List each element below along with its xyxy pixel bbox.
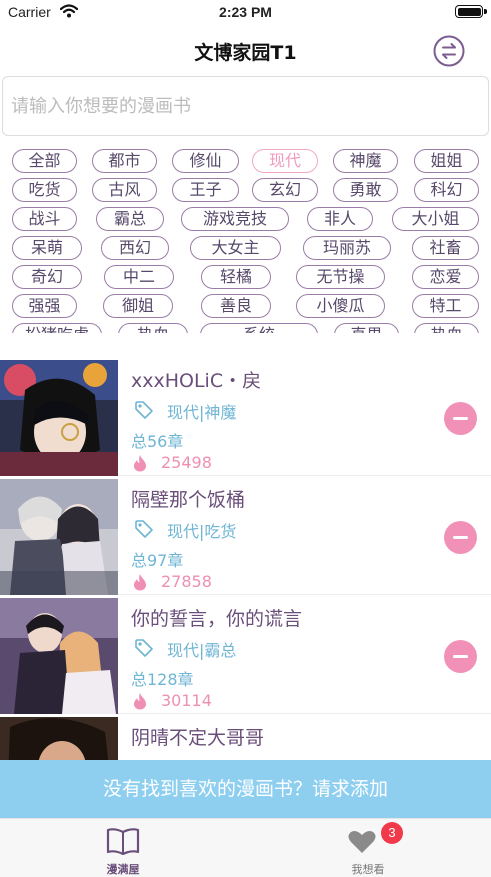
tab-bar: 漫满屋 3 我想看: [0, 818, 491, 877]
tag-row: 奇幻 中二 轻橘 无节操 恋爱: [0, 265, 491, 289]
wishlist-badge: 3: [381, 822, 403, 844]
search-box: [2, 76, 489, 136]
fire-icon: [134, 693, 146, 710]
tag-filter-grid: 全部 都市 修仙 现代 神魔 姐姐 吃货 古风 王子 玄幻 勇敢 科幻 战斗 霸…: [0, 143, 491, 333]
request-comic-button[interactable]: 没有找到喜欢的漫画书？请求添加: [0, 760, 491, 818]
tag-chip[interactable]: 热血: [414, 323, 479, 333]
remove-icon[interactable]: [444, 402, 477, 435]
status-bar: Carrier 2:23 PM: [0, 0, 491, 26]
comic-genre: 现代|吃货: [167, 522, 237, 541]
remove-icon[interactable]: [444, 640, 477, 673]
comic-cover-image: [0, 598, 118, 714]
comic-item[interactable]: 你的誓言，你的谎言 现代|霸总 总128章 30114: [0, 596, 491, 714]
tag-chip[interactable]: 吃货: [12, 178, 77, 202]
tag-icon: [135, 639, 153, 657]
tag-chip[interactable]: 扮猪吃虎: [12, 323, 102, 333]
tag-chip[interactable]: 非人: [307, 207, 373, 231]
tag-chip[interactable]: 全部: [12, 149, 77, 173]
comic-title: xxxHOLiC・戻: [131, 370, 262, 392]
remove-icon[interactable]: [444, 521, 477, 554]
tag-chip[interactable]: 西幻: [101, 236, 169, 260]
tag-chip[interactable]: 玛丽苏: [303, 236, 391, 260]
tag-chip[interactable]: 轻橘: [201, 265, 271, 289]
tag-row: 战斗 霸总 游戏竞技 非人 大小姐: [0, 207, 491, 231]
comic-list: xxxHOLiC・戻 现代|神魔 总56章 25498 隔壁那个饭桶 现代|吃货…: [0, 358, 491, 760]
tag-chip[interactable]: 热血: [118, 323, 188, 333]
tag-chip[interactable]: 勇敢: [333, 178, 398, 202]
swap-arrows-icon[interactable]: [433, 35, 465, 67]
fire-icon: [134, 574, 146, 591]
comic-chapter-count: 总97章: [131, 551, 184, 570]
comic-genre: 现代|神魔: [167, 403, 237, 422]
tag-chip[interactable]: 古风: [92, 178, 157, 202]
comic-item[interactable]: 隔壁那个饭桶 现代|吃货 总97章 27858: [0, 477, 491, 595]
tag-chip[interactable]: 强强: [12, 294, 77, 318]
tab-home[interactable]: 漫满屋: [63, 819, 183, 877]
fire-icon: [134, 455, 146, 472]
comic-cover-image: [0, 717, 118, 760]
comic-popularity: 25498: [161, 453, 212, 472]
tag-chip[interactable]: 战斗: [12, 207, 77, 231]
tag-chip[interactable]: 御姐: [103, 294, 173, 318]
tag-chip[interactable]: 奇幻: [12, 265, 82, 289]
tag-chip-active[interactable]: 现代: [252, 149, 318, 173]
search-input[interactable]: [3, 77, 488, 135]
tag-row: 全部 都市 修仙 现代 神魔 姐姐: [0, 149, 491, 173]
tag-chip[interactable]: 姐姐: [414, 149, 479, 173]
comic-cover-image: [0, 360, 118, 476]
tag-chip[interactable]: 无节操: [296, 265, 385, 289]
tag-chip[interactable]: 修仙: [172, 149, 239, 173]
tag-chip[interactable]: 游戏竞技: [181, 207, 289, 231]
comic-cover-image: [0, 479, 118, 595]
book-icon: [106, 828, 140, 855]
comic-chapter-count: 总56章: [131, 432, 184, 451]
status-time: 2:23 PM: [219, 4, 272, 20]
tag-chip[interactable]: 呆萌: [12, 236, 82, 260]
heart-icon: [348, 831, 376, 853]
tag-chip[interactable]: 善良: [201, 294, 271, 318]
tag-chip[interactable]: 霸总: [96, 207, 164, 231]
comic-item[interactable]: xxxHOLiC・戻 现代|神魔 总56章 25498: [0, 358, 491, 476]
tag-chip[interactable]: 社畜: [412, 236, 479, 260]
tag-row: 吃货 古风 王子 玄幻 勇敢 科幻: [0, 178, 491, 202]
tag-chip[interactable]: 王子: [172, 178, 239, 202]
comic-title: 隔壁那个饭桶: [131, 489, 246, 511]
comic-popularity: 30114: [161, 691, 212, 710]
comic-chapter-count: 总128章: [131, 670, 194, 689]
tag-chip[interactable]: 中二: [104, 265, 174, 289]
tag-row: 呆萌 西幻 大女主 玛丽苏 社畜: [0, 236, 491, 260]
comic-popularity: 27858: [161, 572, 212, 591]
tab-wish-label: 我想看: [351, 863, 385, 876]
tag-chip[interactable]: 系统: [200, 323, 318, 333]
battery-icon: [455, 5, 487, 18]
tag-chip[interactable]: 玄幻: [252, 178, 318, 202]
page-title: 文博家园T1: [194, 42, 297, 64]
tag-chip[interactable]: 小傻瓜: [296, 294, 385, 318]
tag-row: 扮猪吃虎 热血 系统 直男 热血: [0, 323, 491, 333]
tag-chip[interactable]: 恋爱: [412, 265, 479, 289]
comic-item[interactable]: 阴晴不定大哥哥: [0, 715, 491, 760]
tag-chip[interactable]: 直男: [334, 323, 399, 333]
tag-chip[interactable]: 神魔: [333, 149, 398, 173]
tag-row: 强强 御姐 善良 小傻瓜 特工: [0, 294, 491, 318]
tag-chip[interactable]: 大小姐: [392, 207, 479, 231]
tag-icon: [135, 520, 153, 538]
tag-chip[interactable]: 科幻: [414, 178, 479, 202]
comic-title: 你的誓言，你的谎言: [131, 608, 303, 630]
tab-wishlist[interactable]: 3 我想看: [308, 819, 428, 877]
tag-chip[interactable]: 都市: [92, 149, 157, 173]
tag-icon: [135, 401, 153, 419]
comic-genre: 现代|霸总: [167, 641, 237, 660]
comic-title: 阴晴不定大哥哥: [131, 727, 265, 749]
nav-bar: 文博家园T1: [0, 26, 491, 74]
tag-chip[interactable]: 大女主: [190, 236, 281, 260]
tab-home-label: 漫满屋: [106, 863, 140, 876]
tag-chip[interactable]: 特工: [412, 294, 479, 318]
